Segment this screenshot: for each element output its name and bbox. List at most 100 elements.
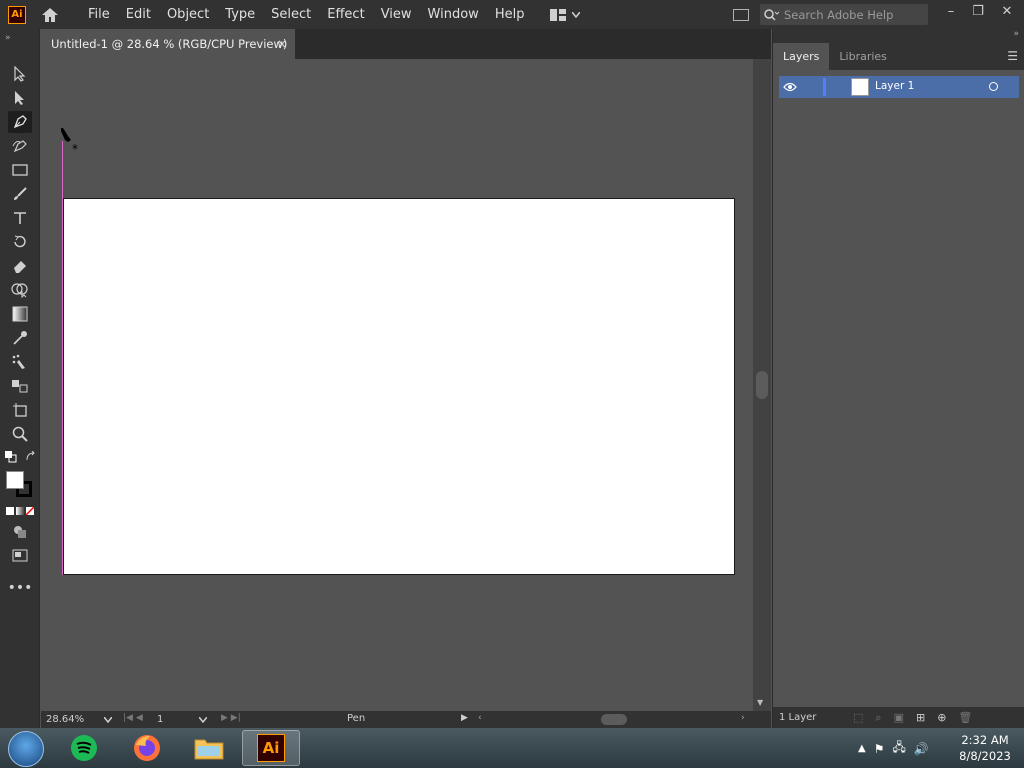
artboard-number-field[interactable]: 1 <box>157 713 213 726</box>
document-title: Untitled-1 @ 28.64 % (RGB/CPU Preview) <box>51 37 288 51</box>
app-logo: Ai <box>8 5 26 24</box>
system-tray: ▲ ⚑ 🖧 🔊 <box>858 738 929 759</box>
panel-dock-bar: » <box>773 29 1024 43</box>
gradient-tool-icon[interactable] <box>8 303 32 325</box>
color-mode-icon[interactable] <box>6 507 14 515</box>
network-icon[interactable]: 🖧 <box>892 738 905 759</box>
chevron-down-icon[interactable] <box>199 716 208 723</box>
vertical-scroll-thumb[interactable] <box>756 371 768 399</box>
close-window-button[interactable]: ✕ <box>997 4 1017 24</box>
none-mode-icon[interactable] <box>26 507 34 515</box>
create-sublayer-icon[interactable]: ⊞ <box>916 711 925 725</box>
firefox-taskbar-icon[interactable] <box>118 730 176 766</box>
file-explorer-taskbar-icon[interactable] <box>180 730 238 766</box>
menu-view[interactable]: View <box>373 0 420 29</box>
artboard-nav-last-icon[interactable]: ▶ ▶| <box>221 713 241 723</box>
illustrator-logo: Ai <box>257 734 285 762</box>
show-hidden-icons-icon[interactable]: ▲ <box>858 743 866 754</box>
rectangle-tool-icon[interactable] <box>8 159 32 181</box>
search-help-field[interactable]: Search Adobe Help <box>760 4 928 25</box>
menu-select[interactable]: Select <box>263 0 319 29</box>
selection-tool-icon[interactable] <box>8 63 32 85</box>
layer-count: 1 Layer <box>779 712 817 723</box>
artboard[interactable] <box>63 198 735 575</box>
menu-window[interactable]: Window <box>420 0 487 29</box>
start-button[interactable] <box>8 731 44 767</box>
zoom-tool-icon[interactable] <box>8 423 32 445</box>
arrange-documents-button[interactable] <box>550 8 581 21</box>
horizontal-scroll-thumb[interactable] <box>601 714 627 725</box>
paintbrush-tool-icon[interactable] <box>8 183 32 205</box>
layer-row[interactable]: Layer 1 <box>779 76 1019 98</box>
curvature-tool-icon[interactable] <box>8 135 32 157</box>
eye-icon[interactable] <box>783 81 797 95</box>
tools-panel: » ••• <box>0 29 40 728</box>
status-menu-icon[interactable]: ▶ <box>461 713 468 723</box>
gradient-mode-icon[interactable] <box>16 507 24 515</box>
symbol-sprayer-tool-icon[interactable] <box>8 351 32 373</box>
make-clipping-mask-icon[interactable]: ▣ <box>894 711 904 725</box>
menu-file[interactable]: File <box>80 0 118 29</box>
action-center-flag-icon[interactable]: ⚑ <box>874 742 885 756</box>
panel-toggle-icon[interactable] <box>733 9 749 21</box>
illustrator-taskbar-icon[interactable]: Ai <box>242 730 300 766</box>
menu-help[interactable]: Help <box>487 0 533 29</box>
restore-button[interactable]: ❐ <box>968 4 988 24</box>
taskbar-clock[interactable]: 2:32 AM 8/8/2023 <box>955 732 1015 764</box>
locate-object-icon[interactable]: ⌕ <box>875 711 881 725</box>
more-tools-icon[interactable]: ••• <box>8 577 33 599</box>
minimize-button[interactable]: – <box>941 4 961 24</box>
vertical-scrollbar[interactable]: ▼ <box>753 59 771 711</box>
menu-effect[interactable]: Effect <box>319 0 372 29</box>
layer-thumbnail <box>851 78 869 96</box>
default-colors-icon[interactable] <box>4 450 18 464</box>
clock-date: 8/8/2023 <box>959 749 1011 763</box>
collect-export-icon[interactable]: ⬚ <box>853 711 863 725</box>
document-tab-bar: Untitled-1 @ 28.64 % (RGB/CPU Preview) × <box>41 29 771 59</box>
chevron-down-icon[interactable] <box>104 716 113 723</box>
collapse-panels-icon[interactable]: » <box>1013 29 1019 39</box>
screen-mode-icon[interactable] <box>8 545 32 567</box>
menu-edit[interactable]: Edit <box>118 0 159 29</box>
pen-tool-icon[interactable] <box>8 111 32 133</box>
canvas-area[interactable]: * <box>41 59 753 711</box>
tab-layers[interactable]: Layers <box>773 43 830 70</box>
zoom-field[interactable]: 28.64% <box>46 713 114 726</box>
direct-selection-tool-icon[interactable] <box>8 87 32 109</box>
close-document-button[interactable]: × <box>277 37 287 51</box>
color-mode-buttons <box>6 507 34 515</box>
new-layer-icon[interactable]: ⊕ <box>937 711 946 725</box>
type-tool-icon[interactable] <box>8 207 32 229</box>
layer-name[interactable]: Layer 1 <box>875 80 914 92</box>
fill-swatch[interactable] <box>6 471 24 489</box>
pen-cursor-icon: * <box>57 127 83 158</box>
menu-object[interactable]: Object <box>159 0 217 29</box>
layer-target-icon[interactable] <box>989 82 998 91</box>
blend-tool-icon[interactable] <box>8 375 32 397</box>
swap-colors-icon[interactable] <box>24 450 38 464</box>
volume-icon[interactable]: 🔊 <box>914 742 929 756</box>
rotate-tool-icon[interactable] <box>8 231 32 253</box>
artboard-nav-first-icon[interactable]: |◀ ◀ <box>123 713 143 723</box>
spotify-taskbar-icon[interactable] <box>55 730 113 766</box>
home-icon[interactable] <box>40 6 60 24</box>
zoom-value: 28.64% <box>46 714 85 725</box>
scroll-left-icon[interactable]: ‹ <box>478 713 482 723</box>
tab-libraries[interactable]: Libraries <box>829 43 897 70</box>
fill-stroke-swatches[interactable] <box>6 471 36 501</box>
artboard-tool-icon[interactable] <box>8 399 32 421</box>
clock-time: 2:32 AM <box>961 733 1009 747</box>
document-tab[interactable]: Untitled-1 @ 28.64 % (RGB/CPU Preview) × <box>41 29 295 59</box>
draw-mode-icon[interactable] <box>8 521 32 543</box>
svg-text:*: * <box>72 142 78 155</box>
panel-menu-icon[interactable]: ☰ <box>1007 49 1018 63</box>
eyedropper-tool-icon[interactable] <box>8 327 32 349</box>
scroll-down-icon[interactable]: ▼ <box>757 698 763 707</box>
menu-type[interactable]: Type <box>217 0 263 29</box>
search-icon <box>764 8 780 21</box>
delete-layer-icon[interactable]: 🗑 <box>958 711 972 725</box>
shape-builder-tool-icon[interactable] <box>8 279 32 301</box>
chevron-down-icon <box>572 11 581 18</box>
scroll-right-icon[interactable]: › <box>741 713 745 723</box>
eraser-tool-icon[interactable] <box>8 255 32 277</box>
